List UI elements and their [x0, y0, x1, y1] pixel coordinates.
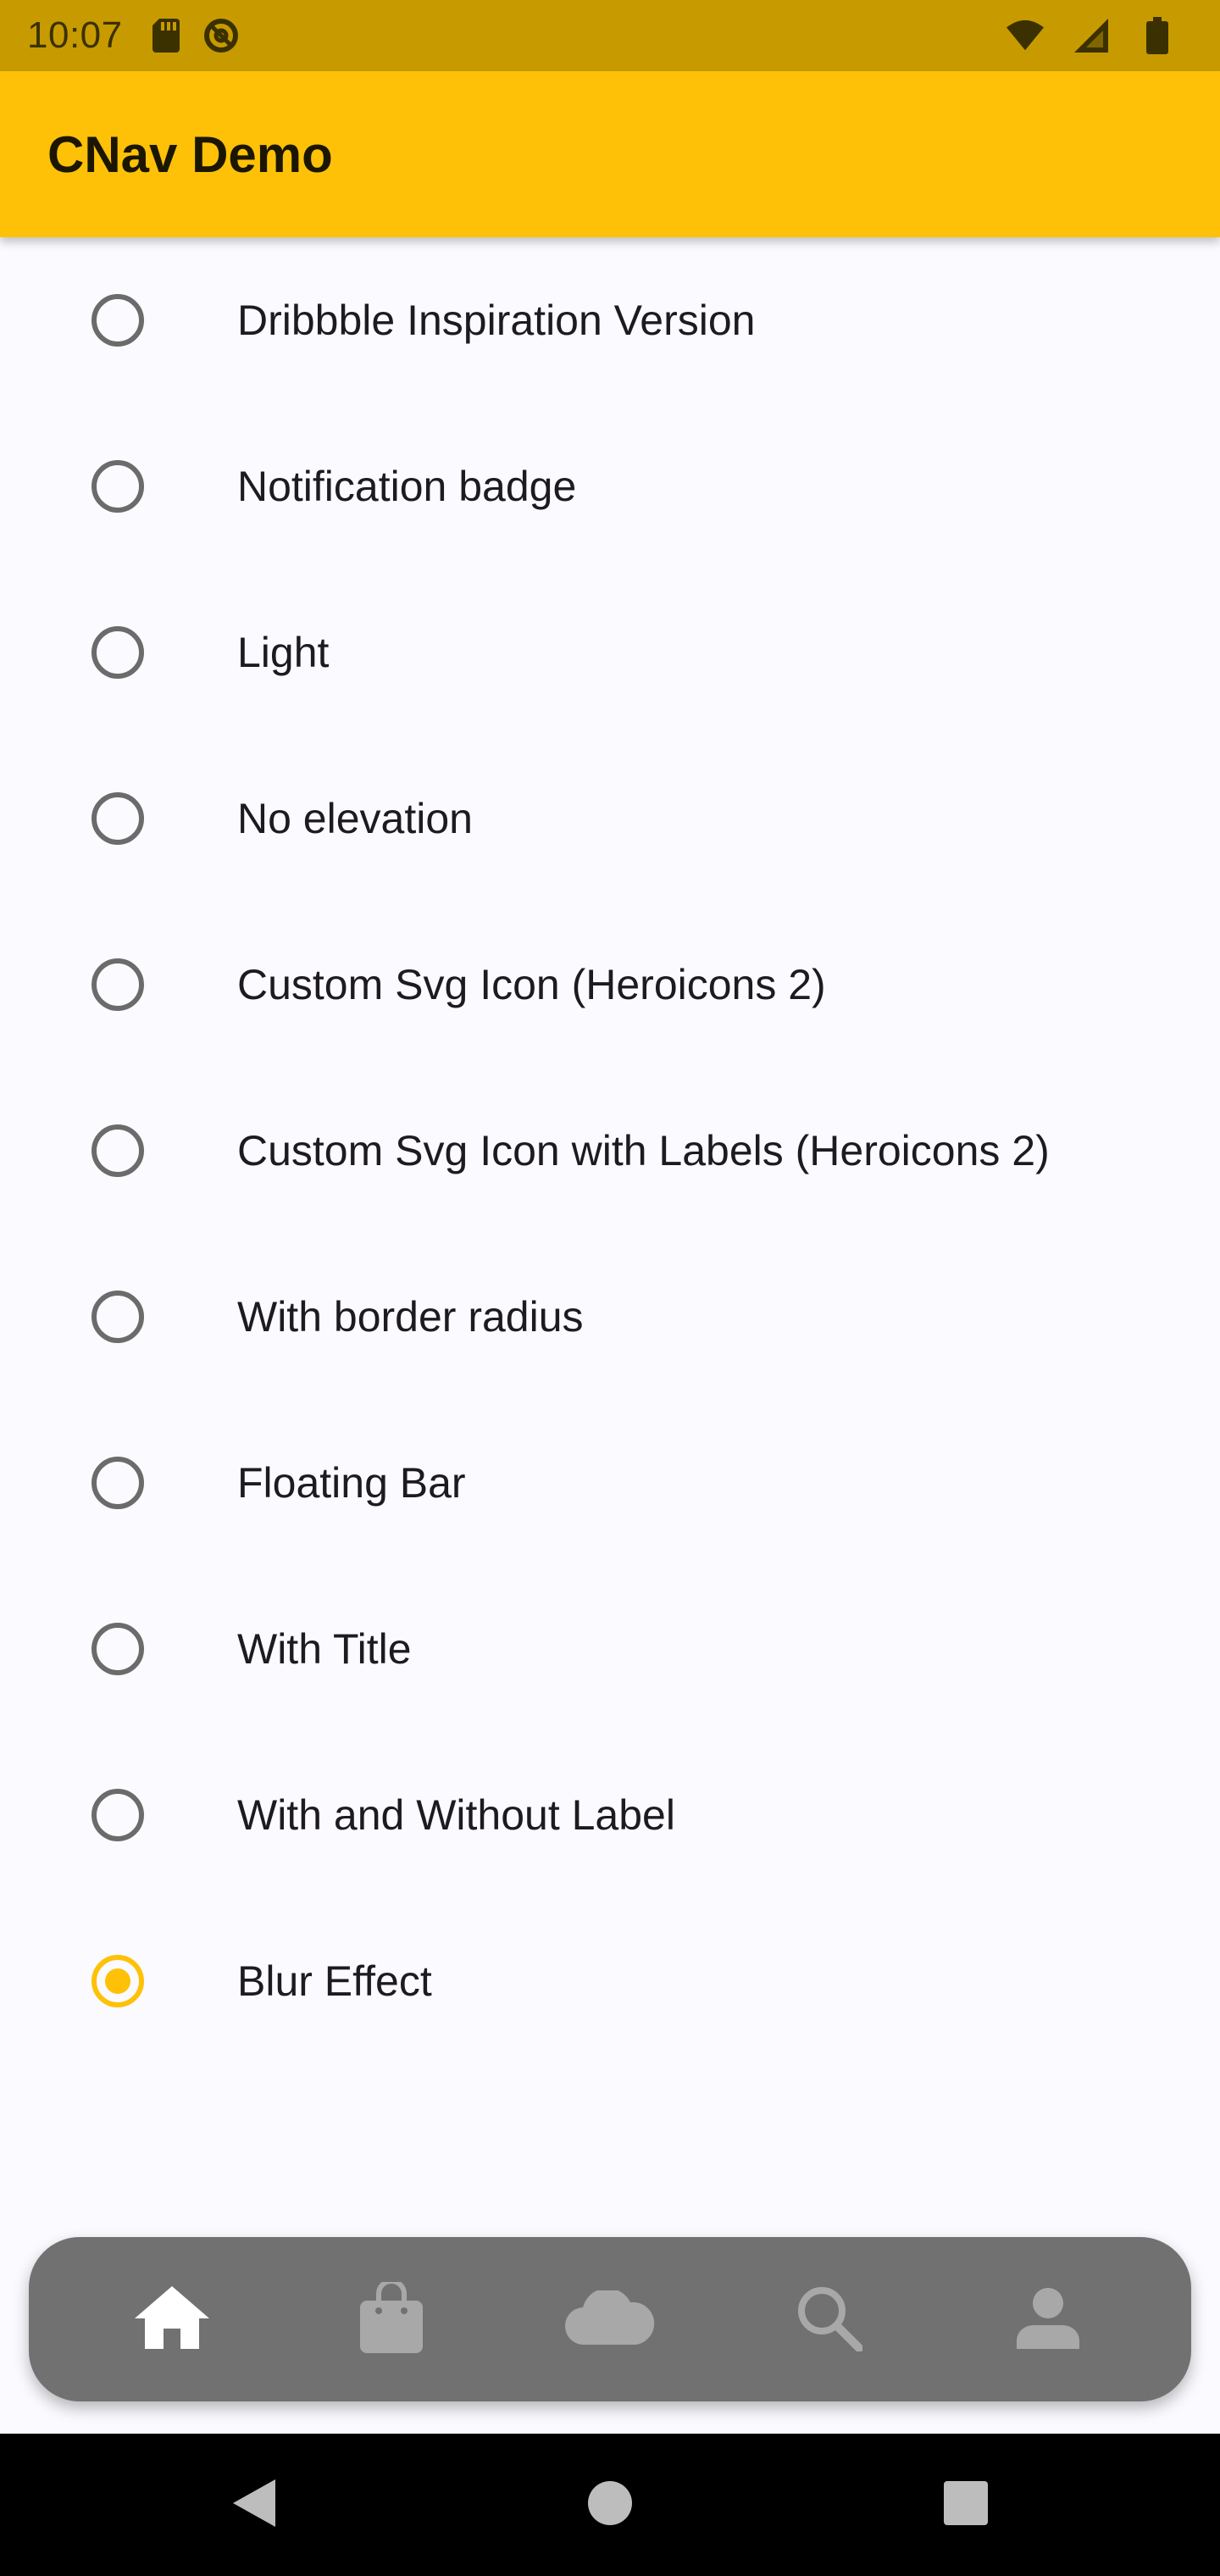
- nav-item-profile[interactable]: [989, 2260, 1107, 2379]
- option-label: No elevation: [237, 795, 473, 842]
- shopping-bag-icon: [359, 2278, 423, 2357]
- option-row[interactable]: No elevation: [0, 736, 1220, 902]
- battery-icon: [1139, 17, 1176, 54]
- nav-item-search[interactable]: [769, 2260, 888, 2379]
- option-row[interactable]: With border radius: [0, 1234, 1220, 1400]
- person-icon: [1016, 2286, 1079, 2353]
- system-nav-bar: [0, 2434, 1220, 2576]
- no-disturb-icon: [202, 17, 240, 54]
- option-row-selected[interactable]: Blur Effect: [0, 1898, 1220, 2064]
- radio-button[interactable]: [92, 1457, 144, 1509]
- home-circle-icon: [588, 2480, 632, 2529]
- option-label: Custom Svg Icon with Labels (Heroicons 2…: [237, 1127, 1050, 1174]
- option-label: With Title: [237, 1625, 412, 1673]
- option-label: With and Without Label: [237, 1791, 675, 1839]
- option-label: Dribbble Inspiration Version: [237, 297, 756, 344]
- nav-item-shop[interactable]: [332, 2260, 451, 2379]
- option-row[interactable]: Custom Svg Icon with Labels (Heroicons 2…: [0, 1068, 1220, 1234]
- option-row[interactable]: Light: [0, 569, 1220, 736]
- option-label: Blur Effect: [237, 1957, 432, 2005]
- radio-button-selected[interactable]: [92, 1955, 144, 2007]
- option-label: With border radius: [237, 1293, 584, 1341]
- radio-button[interactable]: [92, 294, 144, 347]
- option-row[interactable]: With Title: [0, 1566, 1220, 1732]
- option-row[interactable]: Notification badge: [0, 403, 1220, 569]
- option-label: Notification badge: [237, 463, 577, 510]
- radio-button[interactable]: [92, 1291, 144, 1343]
- status-right: [1006, 17, 1193, 54]
- radio-button[interactable]: [92, 1623, 144, 1675]
- home-icon: [135, 2285, 210, 2353]
- radio-button[interactable]: [92, 626, 144, 679]
- wifi-icon: [1006, 17, 1044, 54]
- radio-button[interactable]: [92, 1124, 144, 1177]
- app-bar: CNav Demo: [0, 71, 1220, 237]
- radio-button[interactable]: [92, 460, 144, 513]
- radio-button[interactable]: [92, 958, 144, 1011]
- system-home-button[interactable]: [551, 2446, 669, 2564]
- status-bar: 10:07: [0, 0, 1220, 71]
- option-label: Custom Svg Icon (Heroicons 2): [237, 961, 826, 1008]
- screen: 10:07 CNav Demo Dribbble Inspiration Ver…: [0, 0, 1220, 2576]
- status-time: 10:07: [27, 14, 123, 56]
- system-back-button[interactable]: [195, 2446, 313, 2564]
- back-icon: [233, 2479, 275, 2531]
- search-icon: [795, 2284, 864, 2356]
- cloud-icon: [564, 2287, 656, 2349]
- nav-item-cloud[interactable]: [551, 2260, 669, 2379]
- radio-button[interactable]: [92, 1789, 144, 1841]
- option-label: Floating Bar: [237, 1459, 466, 1507]
- cell-signal-icon: [1073, 17, 1110, 54]
- sd-card-icon: [148, 17, 186, 54]
- system-recents-button[interactable]: [907, 2446, 1025, 2564]
- radio-button[interactable]: [92, 792, 144, 845]
- option-row[interactable]: Floating Bar: [0, 1400, 1220, 1566]
- recents-icon: [944, 2480, 988, 2529]
- option-row[interactable]: Custom Svg Icon (Heroicons 2): [0, 902, 1220, 1068]
- radio-dot: [105, 1968, 130, 1994]
- bottom-nav-bar: [29, 2237, 1191, 2401]
- options-list: Dribbble Inspiration Version Notificatio…: [0, 237, 1220, 2064]
- option-row[interactable]: With and Without Label: [0, 1732, 1220, 1898]
- app-title: CNav Demo: [47, 125, 333, 183]
- option-label: Light: [237, 629, 330, 676]
- option-row[interactable]: Dribbble Inspiration Version: [0, 237, 1220, 403]
- nav-item-home[interactable]: [113, 2260, 231, 2379]
